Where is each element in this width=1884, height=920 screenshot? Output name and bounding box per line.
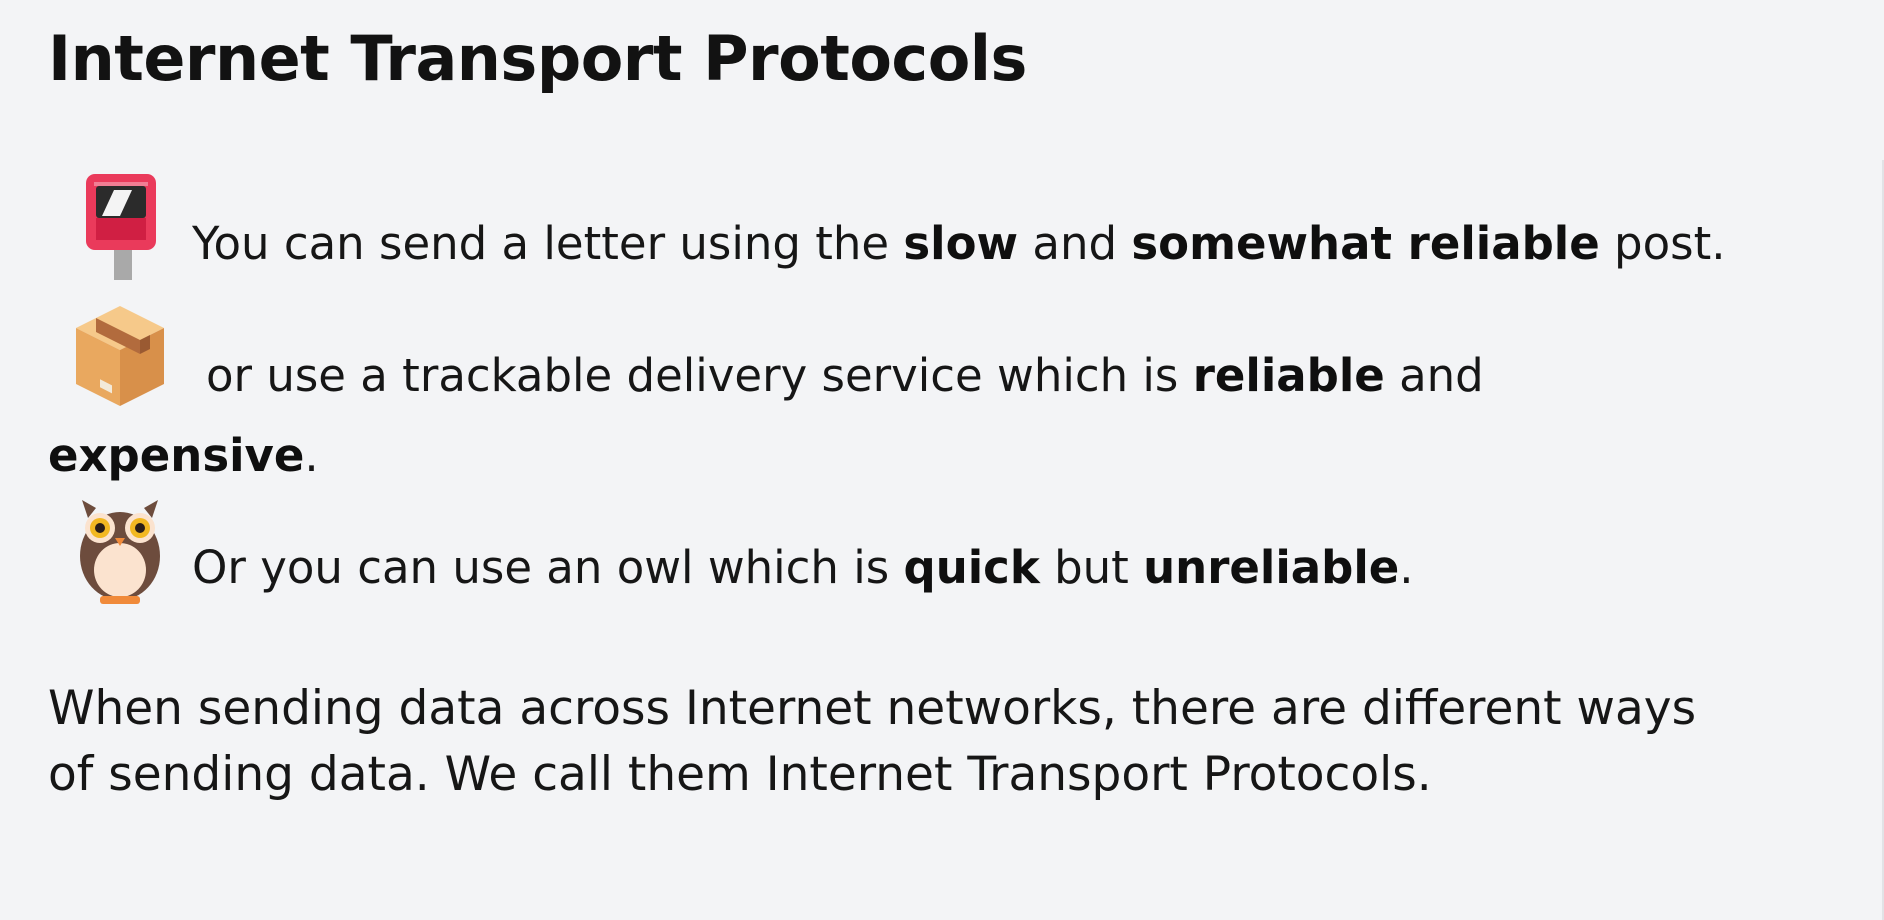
- item-post-text: post.: [1599, 217, 1726, 270]
- summary-paragraph: When sending data across Internet networ…: [48, 676, 1848, 808]
- item-post-emphasis: somewhat reliable: [1131, 217, 1600, 270]
- item-owl-text: Or you can use an owl which is: [192, 541, 904, 594]
- item-owl-text: but: [1039, 541, 1144, 594]
- item-owl-text: .: [1399, 541, 1414, 594]
- slide: { "slide": { "title": "Internet Transpor…: [0, 0, 1884, 920]
- item-delivery: or use a trackable delivery service whic…: [206, 346, 1484, 406]
- item-post: You can send a letter using the slow and…: [192, 214, 1726, 274]
- summary-line: of sending data. We call them Internet T…: [48, 747, 1432, 802]
- item-owl-emphasis: quick: [903, 541, 1040, 594]
- item-post-text: and: [1018, 217, 1132, 270]
- summary-line: When sending data across Internet networ…: [48, 681, 1697, 736]
- item-post-text: You can send a letter using the: [192, 217, 904, 270]
- item-delivery-text: or use a trackable delivery service whic…: [206, 349, 1193, 402]
- item-delivery-text: and: [1384, 349, 1484, 402]
- slide-title: Internet Transport Protocols: [48, 22, 1027, 95]
- postbox-icon: [84, 172, 160, 280]
- item-delivery-text: .: [304, 429, 319, 482]
- item-owl: Or you can use an owl which is quick but…: [192, 538, 1414, 598]
- package-icon: [74, 304, 166, 408]
- item-delivery-emphasis: expensive: [48, 429, 305, 482]
- item-post-emphasis: slow: [903, 217, 1019, 270]
- item-owl-emphasis: unreliable: [1143, 541, 1400, 594]
- owl-icon: [78, 498, 162, 604]
- item-delivery-emphasis: reliable: [1192, 349, 1385, 402]
- item-delivery-continuation: expensive.: [48, 426, 319, 486]
